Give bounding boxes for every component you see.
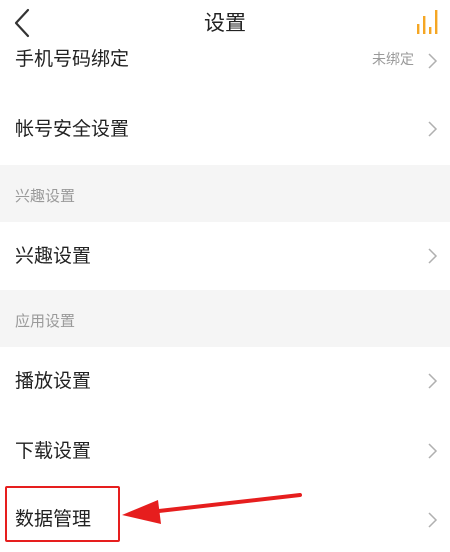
- chevron-right-icon: [428, 373, 438, 389]
- section-label: 兴趣设置: [15, 187, 76, 205]
- row-label: 下载设置: [15, 440, 92, 462]
- page-title: 设置: [204, 11, 246, 35]
- section-header-interest: 兴趣设置: [0, 165, 450, 227]
- annotation-arrow-icon: [122, 493, 302, 524]
- chevron-right-icon: [428, 248, 438, 264]
- row-phone-binding[interactable]: 手机号码绑定 未绑定: [0, 40, 450, 84]
- row-account-security[interactable]: 帐号安全设置: [0, 96, 450, 162]
- chevron-right-icon: [428, 512, 438, 528]
- row-label: 帐号安全设置: [15, 118, 130, 140]
- top-bar: 设置: [0, 0, 450, 46]
- row-interest-settings[interactable]: 兴趣设置: [0, 222, 450, 288]
- row-download-settings[interactable]: 下载设置: [0, 416, 450, 484]
- section-label: 应用设置: [15, 312, 76, 330]
- chevron-right-icon: [428, 53, 438, 69]
- row-playback-settings[interactable]: 播放设置: [0, 347, 450, 413]
- row-label: 手机号码绑定: [15, 48, 130, 70]
- chevron-right-icon: [428, 443, 438, 459]
- rank-chart-icon[interactable]: [414, 8, 444, 36]
- row-value-status: 未绑定: [372, 52, 414, 68]
- highlight-box: [5, 486, 120, 542]
- row-label: 播放设置: [15, 370, 92, 392]
- chevron-right-icon: [428, 121, 438, 137]
- row-label: 兴趣设置: [15, 245, 92, 267]
- section-header-app: 应用设置: [0, 290, 450, 352]
